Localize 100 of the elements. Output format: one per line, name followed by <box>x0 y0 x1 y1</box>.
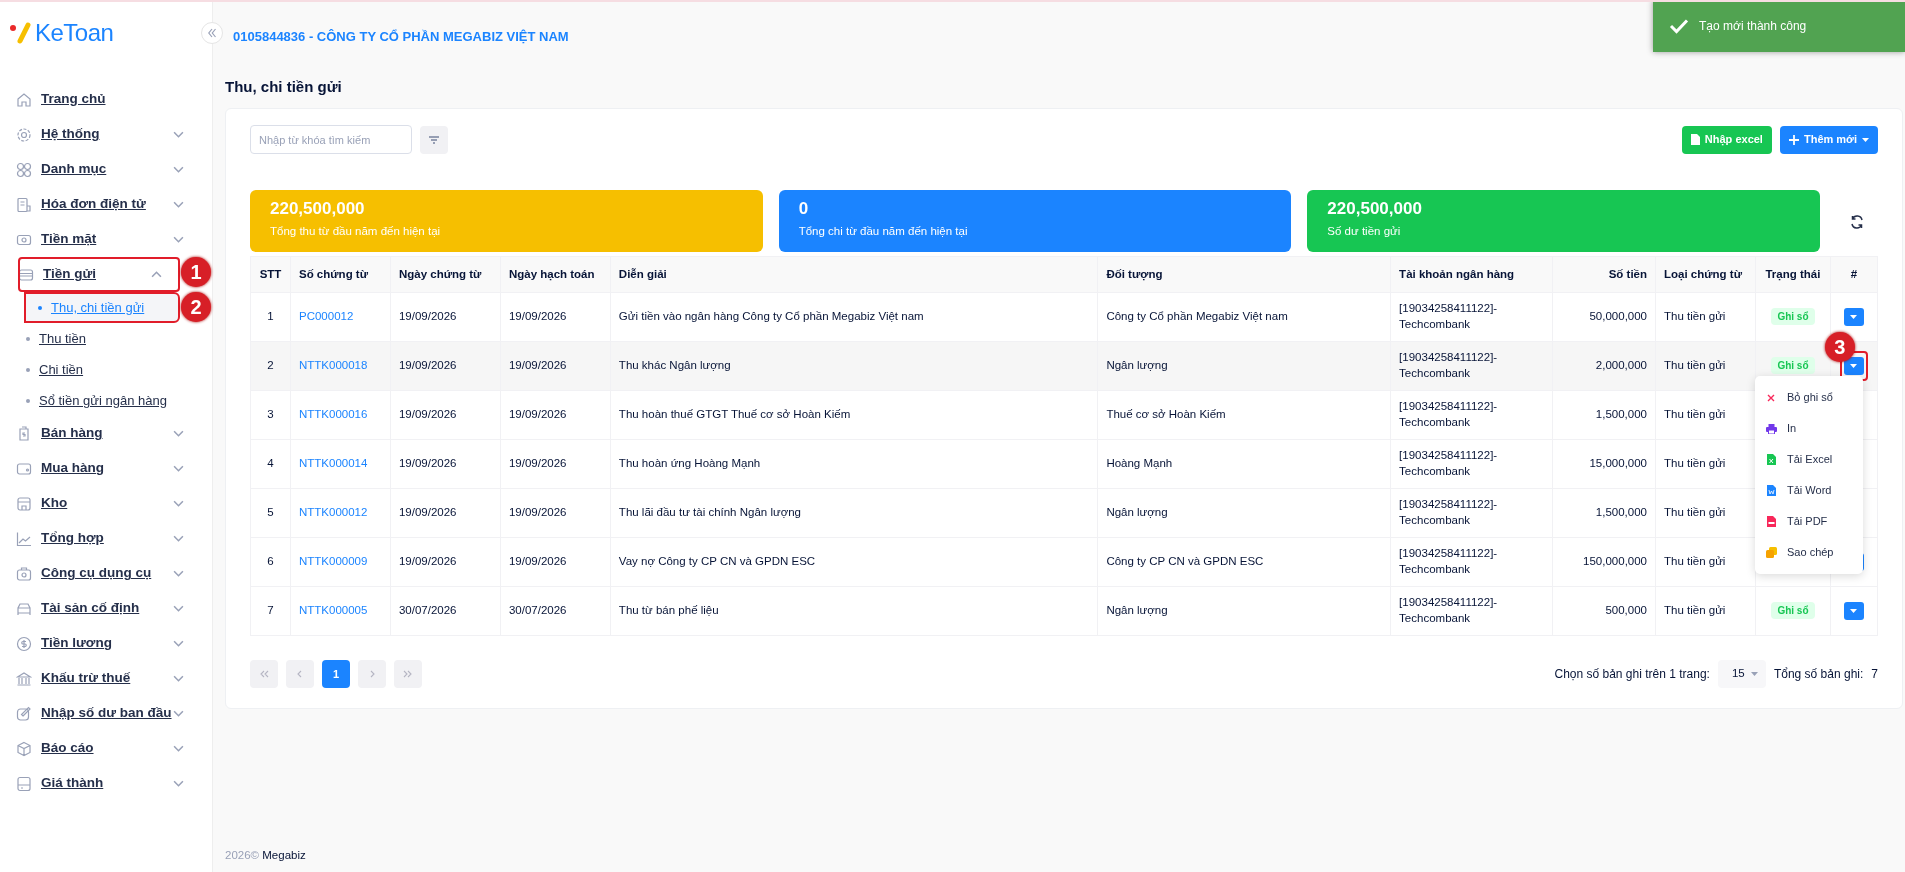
table-cell: Thuế cơ sở Hoàn Kiếm <box>1097 390 1391 440</box>
spreadsheet-file-icon <box>1766 454 1776 465</box>
sidebar-item[interactable]: Tiền mặt <box>0 222 212 257</box>
column-header: Ngày hạch toán <box>500 256 611 293</box>
column-header: # <box>1830 256 1878 293</box>
table-cell: 4 <box>250 439 291 489</box>
column-header: Diễn giải <box>610 256 1098 293</box>
sidebar-item[interactable]: Hóa đơn điện tử <box>0 187 212 222</box>
sidebar-item[interactable]: Tài sản cố định <box>0 591 212 626</box>
per-page-label: Chọn số bản ghi trên 1 trang: <box>1554 666 1710 683</box>
pdf-file-icon <box>1766 516 1776 527</box>
column-header: Số tiền <box>1552 256 1656 293</box>
table-cell: 1,500,000 <box>1552 488 1656 538</box>
document-link[interactable]: NTTK000016 <box>299 408 368 421</box>
sidebar-item[interactable]: Danh mục <box>0 152 212 187</box>
filter-icon <box>428 134 440 145</box>
summary-value: 220,500,000 <box>1327 199 1423 220</box>
summary-label: Số dư tiền gửi <box>1327 224 1402 240</box>
table-cell-text: [19034258411122]- Techcombank <box>1399 595 1499 626</box>
document-link[interactable]: NTTK000005 <box>299 604 368 617</box>
table-cell: 19/09/2026 <box>500 439 611 489</box>
chart-icon <box>16 530 32 547</box>
submenu-item[interactable]: Thu tiền <box>0 323 187 354</box>
table-cell: 19/09/2026 <box>390 292 501 342</box>
filter-button[interactable] <box>420 125 448 154</box>
total-label: Tổng số bản ghi: <box>1773 666 1864 683</box>
document-link[interactable]: NTTK000018 <box>299 359 368 372</box>
sidebar-item[interactable]: Kho <box>0 486 212 521</box>
sidebar-item[interactable]: Tiền gửi <box>18 257 180 292</box>
column-header: Trạng thái <box>1755 256 1831 293</box>
table-cell: Thu hoàn thuế GTGT Thuế cơ sở Hoàn Kiếm <box>610 390 1098 440</box>
table-cell: Ngân lượng <box>1097 341 1391 391</box>
table-cell: 19/09/2026 <box>500 537 611 587</box>
sidebar-item[interactable]: Tiền lương <box>0 626 212 661</box>
sidebar-item[interactable]: Tổng hợp <box>0 521 212 556</box>
caret-icon <box>1850 609 1858 613</box>
row-actions-button[interactable] <box>1843 602 1864 620</box>
row-actions-button[interactable] <box>1843 308 1864 326</box>
menu-item[interactable]: Sao chép <box>1755 537 1863 568</box>
add-new-button[interactable]: Thêm mới <box>1779 125 1878 154</box>
table-cell: 5 <box>250 488 291 538</box>
menu-item[interactable]: Bỏ ghi sổ <box>1755 382 1863 413</box>
edit-icon <box>16 705 32 722</box>
table-cell: 19/09/2026 <box>500 488 611 538</box>
sidebar-item[interactable]: Nhập số dư ban đầu <box>0 696 212 731</box>
sidebar-item[interactable]: Giá thành <box>0 766 212 801</box>
sidebar-item[interactable]: Bán hàng <box>0 416 212 451</box>
plus-icon <box>1788 134 1799 145</box>
table-cell: 19/09/2026 <box>390 390 501 440</box>
menu-item[interactable]: Tải Excel <box>1755 444 1863 475</box>
menu-item[interactable]: Tải PDF <box>1755 506 1863 537</box>
price-tag-icon <box>16 425 32 442</box>
table-cell: Vay nợ Công ty CP CN và GPDN ESC <box>610 537 1098 587</box>
document-link[interactable]: PC000012 <box>299 310 354 323</box>
table-cell: Thu lãi đầu tư tài chính Ngân lượng <box>610 488 1098 538</box>
column-header: Loại chứng từ <box>1655 256 1756 293</box>
chevrons-left-icon <box>208 28 216 38</box>
caret-icon <box>1750 672 1758 676</box>
sidebar-item[interactable]: Mua hàng <box>0 451 212 486</box>
sidebar-item[interactable]: Hệ thống <box>0 117 212 152</box>
column-header: STT <box>250 256 291 293</box>
document-link[interactable]: NTTK000014 <box>299 457 368 470</box>
table-cell: 3 <box>250 390 291 440</box>
table-cell-text: [19034258411122]- Techcombank <box>1399 350 1499 381</box>
sidebar-item[interactable]: Công cụ dụng cụ <box>0 556 212 591</box>
table-cell-text: [19034258411122]- Techcombank <box>1399 448 1499 479</box>
submenu-item[interactable]: Chi tiền <box>0 354 187 385</box>
per-page-select[interactable]: 15 <box>1717 660 1766 688</box>
table-cell: Công ty CP CN và GPDN ESC <box>1097 537 1391 587</box>
store-icon <box>16 495 32 512</box>
table-cell: 1 <box>250 292 291 342</box>
page-title: Thu, chi tiền gửi <box>224 77 343 97</box>
table-cell: 2 <box>250 341 291 391</box>
column-header: Số chứng từ <box>290 256 391 293</box>
table-cell-text: [19034258411122]- Techcombank <box>1399 546 1499 577</box>
search-field[interactable]: Nhập từ khóa tìm kiếm <box>250 125 412 154</box>
page-button[interactable]: 1 <box>322 660 350 688</box>
sidebar-item[interactable]: Khấu trừ thuế <box>0 661 212 696</box>
sidebar-item[interactable]: Báo cáo <box>0 731 212 766</box>
table-cell-text: [19034258411122]- Techcombank <box>1399 399 1499 430</box>
table-cell-text: [19034258411122]- Techcombank <box>1399 301 1499 332</box>
caret-icon <box>1850 364 1858 368</box>
column-header: Tài khoản ngân hàng <box>1390 256 1553 293</box>
row-actions-button[interactable] <box>1843 357 1864 375</box>
document-link[interactable]: NTTK000012 <box>299 506 368 519</box>
document-link[interactable]: NTTK000009 <box>299 555 368 568</box>
logo-icon <box>9 21 33 45</box>
total-count: 7 <box>1871 666 1878 683</box>
dollar-icon <box>16 635 32 652</box>
card-icon <box>18 266 34 283</box>
menu-item[interactable]: In <box>1755 413 1863 444</box>
callout-number: 3 <box>1824 332 1855 362</box>
package-icon <box>16 740 32 757</box>
table-cell: Thu từ bán phế liệu <box>610 586 1098 636</box>
sidebar-item[interactable]: Trang chủ <box>0 82 212 117</box>
collapse-sidebar-button[interactable] <box>201 22 223 44</box>
callout-number: 2 <box>181 292 211 322</box>
menu-item[interactable]: Tải Word <box>1755 475 1863 506</box>
submenu-item[interactable]: Sổ tiền gửi ngân hàng <box>0 385 187 416</box>
table-cell: 500,000 <box>1552 586 1656 636</box>
